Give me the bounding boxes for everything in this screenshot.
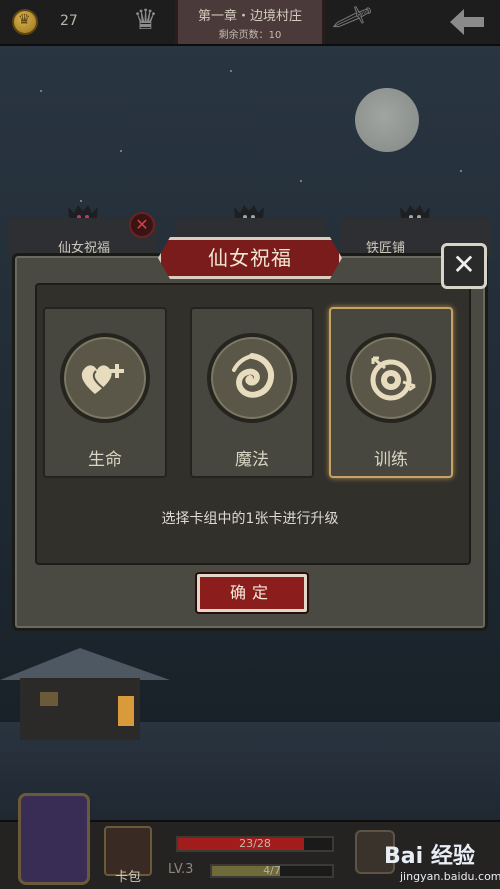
confirm-button[interactable]: 确定 bbox=[197, 574, 307, 612]
top-bar: 27 ♛ 第一章・边境村庄 剩余页数：10 🗡 bbox=[0, 0, 500, 46]
pages-left: 剩余页数：10 bbox=[218, 30, 282, 41]
option-life[interactable]: 生命 bbox=[43, 307, 167, 478]
experience-text: 4/7 bbox=[263, 864, 281, 877]
moon bbox=[355, 88, 419, 152]
health-text: 23/28 bbox=[239, 837, 271, 850]
health-bar: 23/28 bbox=[176, 836, 334, 852]
option-label: 训练 bbox=[374, 450, 408, 470]
star bbox=[40, 90, 42, 92]
close-button[interactable]: ✕ bbox=[441, 243, 487, 289]
swirl-icon bbox=[232, 353, 274, 398]
chapter-title: 第一章・边境村庄 bbox=[197, 9, 302, 24]
watermark-logo: Bai 经验 bbox=[384, 844, 475, 869]
star bbox=[120, 150, 122, 152]
crown-icon[interactable]: ♛ bbox=[133, 6, 158, 34]
level-label: LV.3 bbox=[168, 862, 194, 877]
dialog-title: 仙女祝福 bbox=[208, 246, 292, 270]
tab-close-icon[interactable]: ✕ bbox=[129, 212, 155, 238]
coin-icon bbox=[12, 9, 38, 35]
hero-portrait[interactable] bbox=[18, 793, 90, 885]
village-house bbox=[0, 648, 170, 740]
dialog-title-banner: 仙女祝福 bbox=[158, 237, 342, 279]
star bbox=[230, 70, 232, 72]
chapter-banner: 第一章・边境村庄 剩余页数：10 bbox=[175, 0, 325, 44]
experience-bar: 4/7 bbox=[210, 864, 334, 878]
option-label: 魔法 bbox=[235, 450, 269, 470]
option-icon-circle bbox=[346, 333, 436, 423]
coin-count: 27 bbox=[60, 13, 78, 29]
deck-label: 卡包 bbox=[114, 870, 141, 885]
option-magic[interactable]: 魔法 bbox=[190, 307, 314, 478]
heart-plus-icon bbox=[81, 364, 124, 394]
close-icon: ✕ bbox=[452, 248, 476, 281]
option-icon-circle bbox=[60, 333, 150, 423]
training-dummy-icon bbox=[370, 356, 416, 401]
option-icon-circle bbox=[207, 333, 297, 423]
back-arrow-icon[interactable] bbox=[448, 6, 486, 38]
star bbox=[300, 180, 302, 182]
sword-icon[interactable]: 🗡 bbox=[328, 0, 376, 41]
star bbox=[460, 170, 462, 172]
watermark-url: jingyan.baidu.com bbox=[400, 870, 500, 883]
star bbox=[80, 200, 82, 202]
option-training[interactable]: 训练 bbox=[329, 307, 453, 478]
upgrade-hint-text: 选择卡组中的1张卡进行升级 bbox=[161, 511, 339, 527]
option-label: 生命 bbox=[88, 450, 122, 470]
